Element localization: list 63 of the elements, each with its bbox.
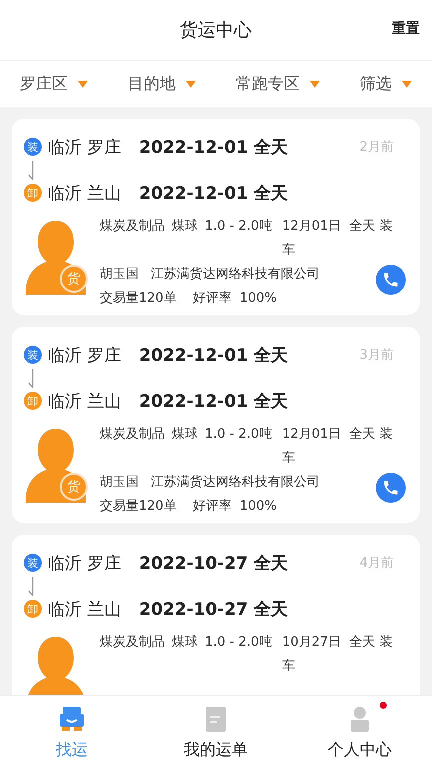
schedule-text: 10月27日 全天 装车 [282,634,394,676]
phone-icon [382,271,400,289]
goods-text: 煤球 [172,634,198,652]
phone-button[interactable] [376,473,406,503]
caret-icon [186,80,196,88]
filter-dropdown[interactable]: 目的地 [124,70,200,98]
page-title: 货运中心 [180,19,252,42]
phone-button[interactable] [376,265,406,295]
schedule-text: 12月01日 全天 装车 [282,426,394,468]
company-name: 江苏满货达网络科技有限公司 [151,267,320,282]
date-text: 2022-12-01 全天 [139,182,288,204]
caret-icon [310,80,320,88]
place-text: 临沂 罗庄 [48,344,122,366]
posted-time: 3月前 [360,347,394,364]
caret-icon [78,80,88,88]
stop-badge: 卸 [24,392,42,410]
freight-card[interactable]: 装 临沂 罗庄 2022-12-01 全天 2月前 卸 临沂 兰山 2022-12-01 全天 货 煤炭及制品 煤球 1.0 - 2.0吨 12月01日 全天 装车 胡玉国 江苏满货达网络科技有限公司 交易量120单 好评率 100% [12,119,420,315]
place-text: 临沂 罗庄 [48,136,122,158]
schedule-text: 12月01日 全天 装车 [282,218,394,260]
posted-time: 2月前 [360,139,394,156]
date-text: 2022-10-27 全天 [139,552,288,574]
rating-label: 好评率 [192,498,232,516]
truck-icon [57,704,87,734]
stop-badge: 卸 [24,600,42,618]
goods-text: 煤炭及制品 [100,426,165,444]
rating-label: 好评率 [192,290,232,308]
goods-text: 1.0 - 2.0吨 [205,426,272,444]
place-text: 临沂 兰山 [48,182,122,204]
goods-text: 煤炭及制品 [100,634,165,652]
company-name: 江苏满货达网络科技有限公司 [151,475,320,490]
caret-icon [402,80,412,88]
stop-badge: 卸 [24,184,42,202]
posted-time: 4月前 [360,555,394,572]
owner-name: 胡玉国 [100,267,139,282]
rating-value: 100% [240,498,277,516]
filter-dropdown[interactable]: 筛选 [356,70,416,98]
stop-badge: 装 [24,554,42,572]
place-text: 临沂 兰山 [48,598,122,620]
trade-count: 交易量120单 [100,290,177,308]
date-text: 2022-12-01 全天 [139,136,288,158]
goods-text: 煤球 [172,426,198,444]
date-text: 2022-12-01 全天 [139,390,288,412]
rating-value: 100% [240,290,277,308]
nav-tab[interactable]: 个人中心 [288,696,432,768]
date-text: 2022-12-01 全天 [139,344,288,366]
stop-badge: 装 [24,346,42,364]
filter-dropdown[interactable]: 罗庄区 [16,70,92,98]
owner-name: 胡玉国 [100,475,139,490]
filter-dropdown[interactable]: 常跑专区 [232,70,324,98]
phone-icon [382,479,400,497]
date-text: 2022-10-27 全天 [139,598,288,620]
goods-text: 1.0 - 2.0吨 [205,218,272,236]
goods-text: 煤炭及制品 [100,218,165,236]
trade-count: 交易量120单 [100,498,177,516]
stop-badge: 装 [24,138,42,156]
goods-text: 煤球 [172,218,198,236]
place-text: 临沂 罗庄 [48,552,122,574]
place-text: 临沂 兰山 [48,390,122,412]
goods-text: 1.0 - 2.0吨 [205,634,272,652]
reset-button[interactable]: 重置 [390,18,422,40]
freight-card[interactable]: 装 临沂 罗庄 2022-12-01 全天 3月前 卸 临沂 兰山 2022-12-01 全天 货 煤炭及制品 煤球 1.0 - 2.0吨 12月01日 全天 装车 胡玉国 江苏满货达网络科技有限公司 交易量120单 好评率 100% [12,327,420,523]
nav-tab[interactable]: 我的运单 [144,696,288,768]
freight-card[interactable]: 装 临沂 罗庄 2022-10-27 全天 4月前 卸 临沂 兰山 2022-10-27 全天 煤炭及制品 煤球 1.0 - 2.0吨 10月27日 全天 装车 [12,535,420,695]
